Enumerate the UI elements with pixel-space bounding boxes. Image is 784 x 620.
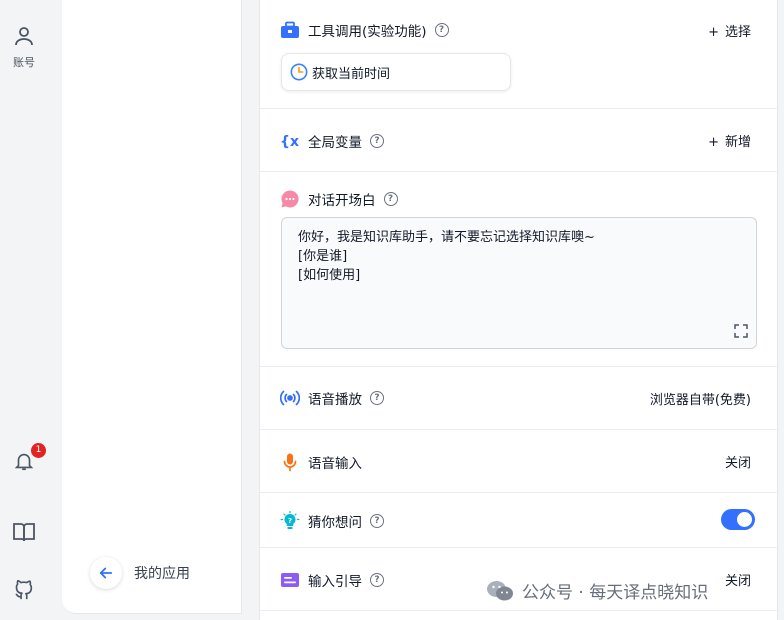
voice-input-title: 语音输入 <box>308 456 362 472</box>
guess-section: ? 猜你想问 ? <box>260 493 779 548</box>
tools-title-row: 工具调用(实验功能) ? <box>280 20 449 40</box>
tools-select-button[interactable]: + 选择 <box>708 21 751 40</box>
side-panel: 我的应用 <box>62 0 242 614</box>
guess-title: 猜你想问 <box>308 515 362 531</box>
tool-chip-current-time[interactable]: 获取当前时间 <box>281 53 511 91</box>
app-root: 账号 1 我的应用 工具调用(实验功能) ? + 选择 获取当前时间 {x 全局… <box>0 0 784 620</box>
my-apps-label: 我的应用 <box>134 566 190 582</box>
variables-title: 全局变量 <box>308 135 362 151</box>
arrow-left-icon <box>99 567 113 579</box>
back-button[interactable] <box>90 557 122 589</box>
toggle-knob <box>737 512 752 527</box>
expand-icon[interactable] <box>734 324 748 338</box>
tool-chip-label: 获取当前时间 <box>312 66 391 82</box>
help-icon[interactable]: ? <box>370 391 384 405</box>
plus-icon: + <box>708 135 719 150</box>
book-icon <box>13 523 35 542</box>
help-icon[interactable]: ? <box>370 514 384 528</box>
opening-line: [你是谁] <box>298 249 348 264</box>
help-icon[interactable]: ? <box>370 134 384 148</box>
tts-title: 语音播放 <box>308 392 362 408</box>
plus-icon: + <box>708 25 719 40</box>
my-apps-link[interactable]: 我的应用 <box>90 557 190 589</box>
docs-button[interactable] <box>10 518 38 546</box>
tts-title-row: 语音播放 ? <box>280 388 384 408</box>
voice-input-section: 语音输入 关闭 <box>260 430 779 493</box>
variables-title-row: {x} 全局变量 ? <box>280 131 384 151</box>
opening-message-textarea[interactable]: 你好，我是知识库助手，请不要忘记选择知识库噢~ [你是谁] [如何使用] <box>281 217 757 349</box>
svg-text:?: ? <box>288 517 292 525</box>
github-button[interactable] <box>10 576 38 604</box>
toolbox-icon <box>281 21 299 38</box>
broadcast-icon <box>280 390 300 406</box>
help-icon[interactable]: ? <box>383 192 398 206</box>
opening-line: [如何使用] <box>298 268 361 283</box>
input-guide-select[interactable]: 关闭 <box>725 570 751 589</box>
voice-input-title-row: 语音输入 <box>280 452 362 472</box>
tts-section: 语音播放 ? 浏览器自带(免费) <box>260 367 779 430</box>
voice-input-select[interactable]: 关闭 <box>725 452 751 471</box>
tools-select-label: 选择 <box>724 25 751 40</box>
input-guide-icon <box>281 573 299 587</box>
opening-title-row: 对话开场白 ? <box>280 189 398 209</box>
clock-icon <box>290 63 308 81</box>
microphone-icon <box>283 453 297 472</box>
left-rail: 账号 1 <box>0 0 62 620</box>
account-nav[interactable]: 账号 <box>8 24 40 70</box>
variables-add-label: 新增 <box>724 135 751 150</box>
input-guide-title-row: 输入引导 ? <box>280 570 384 590</box>
github-icon <box>15 579 33 600</box>
variable-icon: {x} <box>280 134 300 150</box>
svg-text:{x}: {x} <box>280 134 300 150</box>
help-icon[interactable]: ? <box>434 23 449 37</box>
opening-title: 对话开场白 <box>308 193 376 209</box>
tts-select[interactable]: 浏览器自带(免费) <box>650 389 751 408</box>
opening-line: 你好，我是知识库助手，请不要忘记选择知识库噢~ <box>298 230 595 245</box>
notification-badge: 1 <box>31 443 46 458</box>
watermark-text: 公众号 · 每天译点晓知识 <box>522 583 709 603</box>
guess-toggle[interactable] <box>721 509 755 530</box>
app-settings: 工具调用(实验功能) ? + 选择 获取当前时间 {x} 全局变量 ? <box>259 0 779 620</box>
watermark: 公众号 · 每天译点晓知识 <box>486 578 708 603</box>
help-icon[interactable]: ? <box>370 573 384 587</box>
tools-section: 工具调用(实验功能) ? + 选择 获取当前时间 <box>260 0 779 109</box>
guess-title-row: ? 猜你想问 ? <box>280 511 384 531</box>
tools-title: 工具调用(实验功能) <box>308 24 427 40</box>
wechat-icon <box>487 580 513 600</box>
variables-section: {x} 全局变量 ? + 新增 <box>260 109 779 172</box>
variables-add-button[interactable]: + 新增 <box>708 131 751 150</box>
account-label: 账号 <box>13 56 35 69</box>
user-icon <box>15 27 33 46</box>
input-guide-title: 输入引导 <box>308 574 362 590</box>
lightbulb-icon: ? <box>280 511 300 529</box>
chat-bubble-icon <box>281 190 299 208</box>
